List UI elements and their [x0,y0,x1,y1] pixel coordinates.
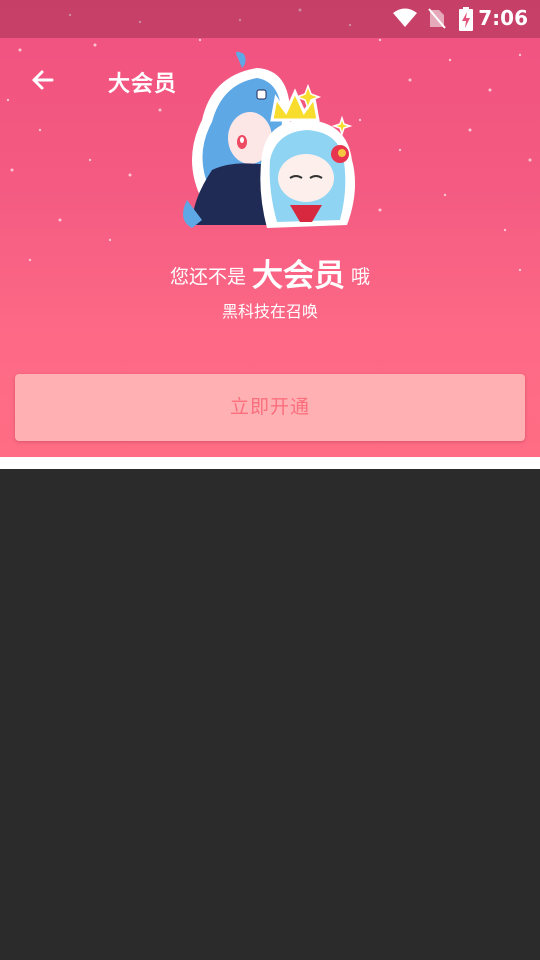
headline-prefix: 您还不是 [169,266,246,288]
status-time: 7:06 [478,6,528,30]
headline-emphasis: 大会员 [252,258,345,294]
mascot-illustration [183,51,356,228]
no-sim-icon [428,8,446,29]
wifi-icon [393,8,417,27]
membership-subtitle: 黑科技在召唤 [221,302,318,321]
membership-headline: 您还不是 大会员哦 [0,250,540,295]
headline-suffix: 哦 [351,266,371,288]
battery-charging-icon [459,7,473,31]
vip-hero-banner: 7:06 大会员 您还不是 大会员哦 黑科技在召唤 立即开通 [0,0,540,457]
divider-strip [0,457,540,469]
page-title: 大会员 [108,72,178,97]
content-area [0,469,540,960]
back-button[interactable] [22,62,62,102]
arrow-left-icon [32,70,54,90]
open-membership-button[interactable]: 立即开通 [15,374,525,441]
status-bar: 7:06 [0,0,540,38]
